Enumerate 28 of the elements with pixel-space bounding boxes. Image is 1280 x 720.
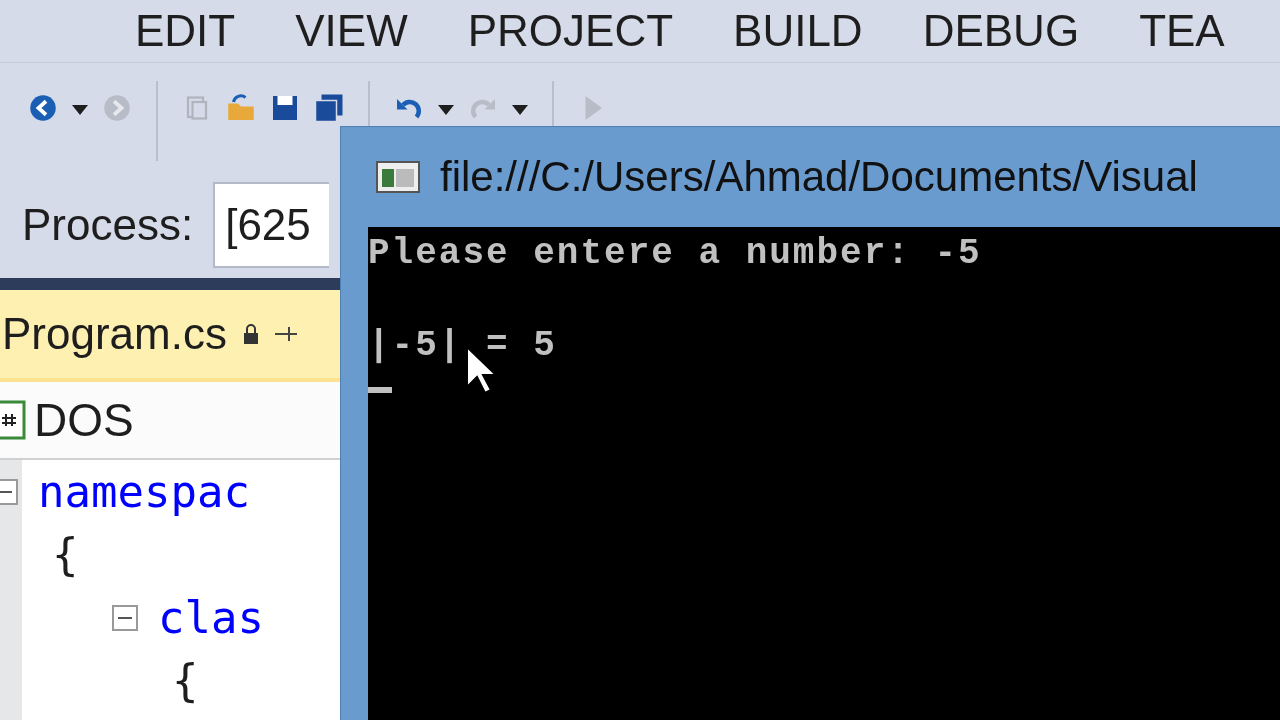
code-keyword: namespac [38, 466, 250, 517]
text-cursor [368, 387, 392, 393]
back-icon[interactable] [28, 93, 58, 123]
console-output: |-5| = 5 [368, 324, 558, 368]
console-app-icon [376, 161, 420, 193]
caret-icon[interactable] [512, 105, 528, 115]
menu-item[interactable]: DEBUG [922, 6, 1080, 56]
caret-icon[interactable] [438, 105, 454, 115]
menu-item[interactable]: PROJECT [467, 6, 674, 56]
process-label: Process: [22, 200, 194, 250]
code-brace: { [172, 655, 199, 706]
collapse-icon[interactable] [0, 478, 18, 505]
menu-item[interactable]: EDIT [135, 6, 236, 56]
menu-item[interactable]: TEA [1139, 6, 1225, 56]
code-brace: { [52, 529, 79, 580]
document-tab[interactable]: Program.cs [0, 290, 340, 382]
save-icon[interactable] [270, 93, 300, 123]
console-output: Please entere a number: -5 [368, 232, 983, 276]
menu-item[interactable]: VIEW [295, 6, 408, 56]
caret-icon[interactable] [72, 105, 88, 115]
collapse-icon[interactable] [112, 604, 138, 631]
save-all-icon[interactable] [314, 93, 344, 123]
menu-item[interactable]: BUILD [733, 6, 863, 56]
window-title: file:///C:/Users/Ahmad/Documents/Visual [440, 153, 1198, 201]
process-field[interactable]: [625 [213, 182, 330, 268]
folder-icon[interactable] [226, 93, 256, 123]
lock-icon [242, 323, 259, 345]
code-keyword: clas [158, 592, 264, 643]
